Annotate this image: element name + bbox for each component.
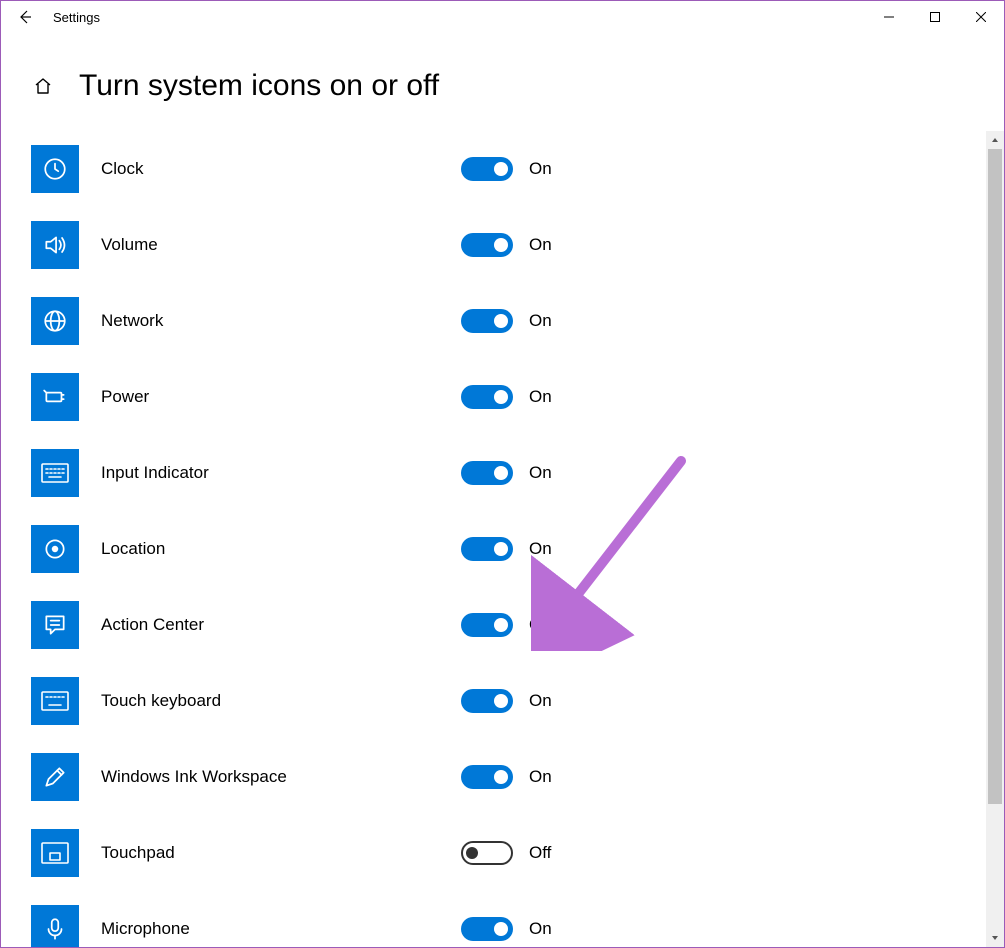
setting-label: Windows Ink Workspace [101,767,461,787]
setting-row-location: Location On [1,511,986,587]
toggle-state-label: On [529,463,552,483]
setting-label: Clock [101,159,461,179]
setting-row-network: Network On [1,283,986,359]
setting-row-microphone: Microphone On [1,891,986,947]
scrollbar-track[interactable] [986,149,1004,929]
setting-row-input-indicator: Input Indicator On [1,435,986,511]
toggle-clock[interactable] [461,157,513,181]
window-title: Settings [49,10,100,25]
volume-icon [31,221,79,269]
page-title: Turn system icons on or off [79,69,439,103]
settings-list: ClockOnVolumeOnNetworkOnPowerOnInput Ind… [1,131,986,947]
home-icon[interactable] [31,74,55,98]
toggle-touch-keyboard[interactable] [461,689,513,713]
setting-row-clock: Clock On [1,131,986,207]
microphone-icon [31,905,79,947]
setting-row-power: Power On [1,359,986,435]
toggle-input-indicator[interactable] [461,461,513,485]
page-header: Turn system icons on or off [1,33,1004,127]
setting-label: Location [101,539,461,559]
setting-label: Microphone [101,919,461,939]
toggle-location[interactable] [461,537,513,561]
close-button[interactable] [958,1,1004,33]
toggle-touchpad[interactable] [461,841,513,865]
toggle-network[interactable] [461,309,513,333]
toggle-state-label: On [529,539,552,559]
toggle-state-label: Off [529,843,551,863]
toggle-windows-ink[interactable] [461,765,513,789]
setting-label: Touchpad [101,843,461,863]
setting-label: Volume [101,235,461,255]
toggle-state-label: On [529,919,552,939]
clock-icon [31,145,79,193]
touchpad-icon [31,829,79,877]
toggle-power[interactable] [461,385,513,409]
setting-row-volume: Volume On [1,207,986,283]
network-icon [31,297,79,345]
scrollbar[interactable] [986,131,1004,947]
setting-row-windows-ink: Windows Ink Workspace On [1,739,986,815]
toggle-state-label: On [529,691,552,711]
toggle-state-label: On [529,387,552,407]
setting-row-touchpad: Touchpad Off [1,815,986,891]
power-icon [31,373,79,421]
titlebar: Settings [1,1,1004,33]
minimize-button[interactable] [866,1,912,33]
toggle-state-label: On [529,767,552,787]
scroll-down-button[interactable] [986,929,1004,947]
setting-row-action-center: Action Center On [1,587,986,663]
touch-keyboard-icon [31,677,79,725]
toggle-state-label: On [529,615,552,635]
input-indicator-icon [31,449,79,497]
setting-label: Power [101,387,461,407]
toggle-state-label: On [529,159,552,179]
back-button[interactable] [1,1,49,33]
location-icon [31,525,79,573]
setting-label: Network [101,311,461,331]
toggle-state-label: On [529,235,552,255]
maximize-button[interactable] [912,1,958,33]
windows-ink-icon [31,753,79,801]
setting-row-touch-keyboard: Touch keyboard On [1,663,986,739]
toggle-state-label: On [529,311,552,331]
scrollbar-thumb[interactable] [988,149,1002,804]
toggle-microphone[interactable] [461,917,513,941]
action-center-icon [31,601,79,649]
setting-label: Input Indicator [101,463,461,483]
toggle-volume[interactable] [461,233,513,257]
setting-label: Action Center [101,615,461,635]
setting-label: Touch keyboard [101,691,461,711]
scroll-up-button[interactable] [986,131,1004,149]
toggle-action-center[interactable] [461,613,513,637]
